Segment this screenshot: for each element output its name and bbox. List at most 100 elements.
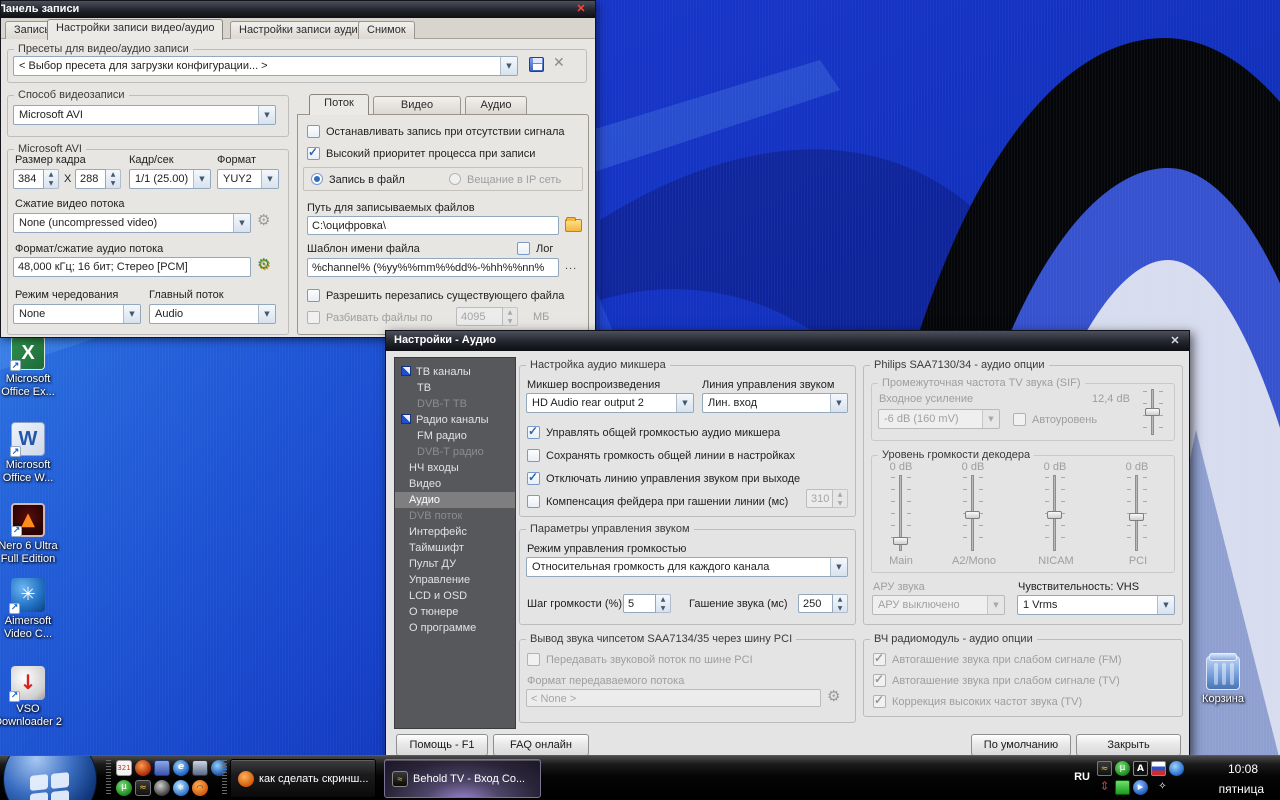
mute-on-exit-row[interactable]: ✓Отключать линию управления звуком при в…: [527, 472, 800, 486]
russian-flag-icon[interactable]: [1151, 761, 1166, 776]
chevron-down-icon[interactable]: ▼: [258, 305, 275, 323]
meter-tray-icon[interactable]: [1115, 780, 1130, 795]
frame-width-spinner[interactable]: 384 ▲▼: [13, 169, 59, 189]
desktop-icon-recycle-bin[interactable]: Корзина: [1185, 656, 1261, 706]
tree-check-icon[interactable]: [401, 414, 411, 424]
player-tray-icon[interactable]: [1169, 761, 1184, 776]
chevron-down-icon[interactable]: ▼: [500, 57, 517, 75]
checkbox-unchecked[interactable]: [307, 289, 320, 302]
tab-video-audio-settings[interactable]: Настройки записи видео/аудио: [47, 19, 223, 40]
volume-step-spinner[interactable]: 5 ▲▼: [623, 594, 671, 613]
utorrent-tray-icon[interactable]: µ: [1115, 761, 1130, 776]
overwrite-row[interactable]: Разрешить перезапись существующего файла: [307, 289, 564, 303]
spinner-arrows-icon[interactable]: ▲▼: [44, 169, 59, 189]
audio-codec-settings-icon[interactable]: ⚙: [257, 255, 270, 273]
save-preset-icon[interactable]: [529, 57, 544, 72]
tree-item-timeshift[interactable]: Таймшифт: [395, 540, 515, 556]
help-button[interactable]: Помощь - F1: [396, 734, 488, 756]
chevron-down-icon[interactable]: ▼: [830, 558, 847, 576]
checkbox-unchecked[interactable]: [527, 449, 540, 462]
codec-settings-icon[interactable]: ⚙: [257, 211, 270, 229]
chevron-down-icon[interactable]: ▼: [258, 106, 275, 124]
sound-line-combobox[interactable]: Лин. вход▼: [702, 393, 848, 413]
tab-stream-video[interactable]: Видео: [373, 96, 461, 114]
browse-folder-icon[interactable]: [565, 219, 582, 232]
tree-item-lcd-osd[interactable]: LCD и OSD: [395, 588, 515, 604]
internet-explorer-icon[interactable]: e: [173, 760, 189, 776]
main-stream-combobox[interactable]: Audio▼: [149, 304, 276, 324]
chevron-down-icon[interactable]: ▼: [1157, 596, 1174, 614]
chevron-down-icon[interactable]: ▼: [123, 305, 140, 323]
fader-compensation-row[interactable]: Компенсация фейдера при гашении линии (м…: [527, 495, 788, 509]
faq-button[interactable]: FAQ онлайн: [493, 734, 589, 756]
chevron-down-icon[interactable]: ▼: [676, 394, 693, 412]
satellite-icon[interactable]: [154, 780, 170, 796]
tab-stream[interactable]: Поток: [309, 94, 369, 115]
log-checkbox-row[interactable]: Лог: [517, 242, 553, 256]
master-volume-row[interactable]: ✓Управлять общей громкостью аудио микшер…: [527, 426, 780, 440]
tab-snapshot[interactable]: Снимок: [358, 21, 415, 39]
high-priority-row[interactable]: ✓Высокий приоритет процесса при записи: [307, 147, 535, 161]
checkbox-unchecked[interactable]: [307, 125, 320, 138]
checkbox-unchecked[interactable]: [517, 242, 530, 255]
quicklaunch-handle[interactable]: [106, 760, 111, 796]
video-method-combobox[interactable]: Microsoft AVI▼: [13, 105, 276, 125]
tree-check-icon[interactable]: [401, 366, 411, 376]
desktop-icon-word[interactable]: W↗ MicrosoftOffice W...: [0, 422, 66, 485]
audio-format-field[interactable]: 48,000 кГц; 16 бит; Стерео [PCM]: [13, 257, 251, 277]
tree-item-remote[interactable]: Пульт ДУ: [395, 556, 515, 572]
media-app-icon[interactable]: [135, 760, 151, 776]
checkbox-checked[interactable]: ✓: [307, 147, 320, 160]
desktop-icon-vso[interactable]: ↓↗ VSODownloader 2: [0, 666, 66, 729]
updown-arrows-tray-icon[interactable]: ⇕: [1097, 780, 1112, 795]
checkbox-checked[interactable]: ✓: [527, 426, 540, 439]
template-more-button[interactable]: ...: [565, 260, 577, 272]
snowflake-icon[interactable]: ❄: [173, 780, 189, 796]
spinner-arrows-icon[interactable]: ▲▼: [106, 169, 121, 189]
disk-tool-icon[interactable]: [154, 760, 170, 776]
spinner-arrows-icon[interactable]: ▲▼: [833, 594, 848, 613]
behold-tv-tray-icon[interactable]: ≈: [1097, 761, 1112, 776]
tree-item-video[interactable]: Видео: [395, 476, 515, 492]
taskbar-task-behold-tv[interactable]: ≈ Behold TV - Вход Co...: [384, 759, 541, 798]
audio-dialog-titlebar[interactable]: Настройки - Аудио ✕: [386, 331, 1189, 351]
behold-tv-icon[interactable]: ≈: [135, 780, 151, 796]
play-tray-icon[interactable]: ▶: [1133, 780, 1148, 795]
close-button[interactable]: Закрыть: [1076, 734, 1181, 756]
sensitivity-combobox[interactable]: 1 Vrms▼: [1017, 595, 1175, 615]
tray-day[interactable]: пятница: [1219, 782, 1264, 796]
desktop-icon-aimersoft[interactable]: ✳↗ AimersoftVideo C...: [0, 578, 66, 641]
video-compression-combobox[interactable]: None (uncompressed video)▼: [13, 213, 251, 233]
tree-item-about-program[interactable]: О программе: [395, 620, 515, 636]
close-icon[interactable]: ✕: [1167, 334, 1183, 348]
checkbox-checked[interactable]: ✓: [527, 472, 540, 485]
desktop-icon-nero[interactable]: ▲↗ Nero 6 UltraFull Edition: [0, 503, 66, 566]
tree-item-tv-channels[interactable]: ТВ каналы: [395, 364, 515, 380]
tree-item-tv[interactable]: ТВ: [395, 380, 515, 396]
close-icon[interactable]: ✕: [573, 2, 589, 16]
tree-item-radio-channels[interactable]: Радио каналы: [395, 412, 515, 428]
preset-combobox[interactable]: < Выбор пресета для загрузки конфигураци…: [13, 56, 518, 76]
volume-mode-combobox[interactable]: Относительная громкость для каждого кана…: [526, 557, 848, 577]
display-icon[interactable]: [192, 760, 208, 776]
tab-stream-audio[interactable]: Аудио: [465, 96, 527, 114]
tray-clock[interactable]: 10:08: [1228, 762, 1258, 776]
desktop-icon-excel[interactable]: X↗ MicrosoftOffice Ex...: [0, 336, 66, 399]
fps-combobox[interactable]: 1/1 (25.00)▼: [129, 169, 211, 189]
chevron-down-icon[interactable]: ▼: [261, 170, 278, 188]
checkbox-unchecked[interactable]: [527, 495, 540, 508]
taskbar-task-firefox[interactable]: как сделать скринш...: [230, 759, 376, 798]
tree-item-lf-inputs[interactable]: НЧ входы: [395, 460, 515, 476]
punto-switcher-tray-icon[interactable]: A: [1133, 761, 1148, 776]
record-path-field[interactable]: C:\оцифровка\: [307, 216, 559, 235]
defaults-button[interactable]: По умолчанию: [971, 734, 1071, 756]
mute-time-spinner[interactable]: 250 ▲▼: [798, 594, 848, 613]
firefox-icon[interactable]: ◠: [192, 780, 208, 796]
frame-height-spinner[interactable]: 288 ▲▼: [75, 169, 121, 189]
tree-item-fm-radio[interactable]: FM радио: [395, 428, 515, 444]
tree-item-about-tuner[interactable]: О тюнере: [395, 604, 515, 620]
playback-mixer-combobox[interactable]: HD Audio rear output 2▼: [526, 393, 694, 413]
chevron-down-icon[interactable]: ▼: [233, 214, 250, 232]
stop-no-signal-row[interactable]: Останавливать запись при отсутствии сигн…: [307, 125, 565, 139]
tree-item-control[interactable]: Управление: [395, 572, 515, 588]
